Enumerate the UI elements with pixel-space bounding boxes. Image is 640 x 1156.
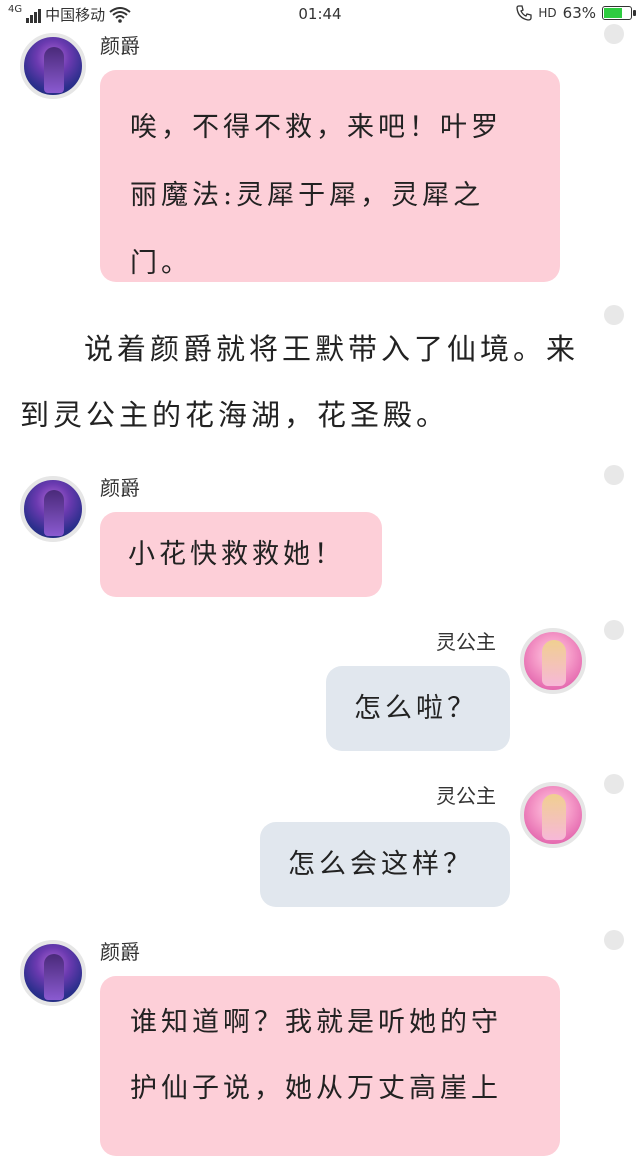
speaker-name: 颜爵 (100, 476, 140, 500)
message-dot[interactable] (604, 930, 624, 950)
message-dot[interactable] (604, 465, 624, 485)
call-icon (516, 5, 533, 21)
battery-fill (604, 8, 622, 18)
message-bubble[interactable]: 唉，不得不救，来吧！叶罗丽魔法:灵犀于犀，灵犀之门。 (100, 70, 560, 282)
speaker-name: 颜爵 (100, 940, 140, 964)
narration-text: 说着颜爵就将王默带入了仙境。来到灵公主的花海湖，花圣殿。 (20, 332, 580, 432)
status-bar: 4G 中国移动 01:44 HD 63% (0, 0, 640, 30)
battery-icon (602, 6, 636, 20)
message-bubble[interactable]: 小花快救救她！ (100, 512, 382, 597)
status-right: HD 63% (516, 4, 636, 22)
message-dot[interactable] (604, 620, 624, 640)
speaker-name: 灵公主 (436, 630, 496, 654)
avatar-yanjue[interactable] (20, 476, 86, 542)
avatar-yanjue[interactable] (20, 940, 86, 1006)
speaker-name: 颜爵 (100, 34, 140, 58)
message-dot[interactable] (604, 24, 624, 44)
avatar-princess[interactable] (520, 628, 586, 694)
message-bubble[interactable]: 怎么会这样？ (260, 822, 510, 907)
message-bubble[interactable]: 谁知道啊？我就是听她的守护仙子说，她从万丈高崖上 (100, 976, 560, 1156)
speaker-name: 灵公主 (436, 784, 496, 808)
battery-percent: 63% (562, 4, 596, 22)
avatar-princess[interactable] (520, 782, 586, 848)
message-bubble[interactable]: 怎么啦？ (326, 666, 510, 751)
message-dot[interactable] (604, 774, 624, 794)
avatar-yanjue[interactable] (20, 33, 86, 99)
hd-label: HD (538, 6, 557, 20)
